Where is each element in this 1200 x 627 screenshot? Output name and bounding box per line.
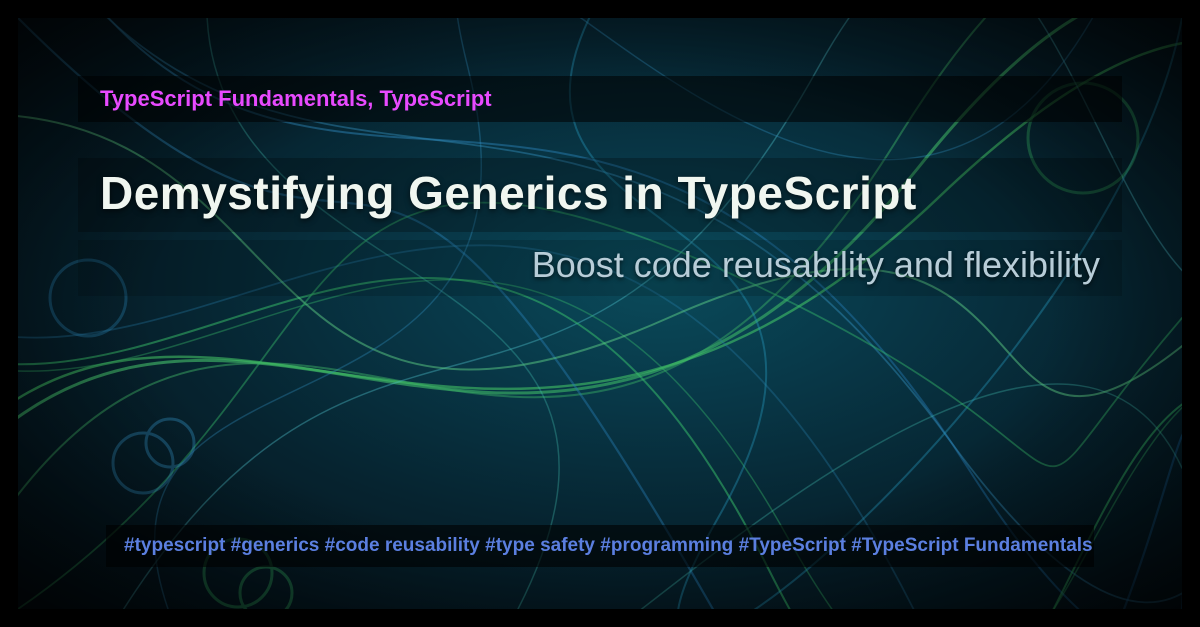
page-title: Demystifying Generics in TypeScript bbox=[78, 158, 1122, 232]
category-label: TypeScript Fundamentals, TypeScript bbox=[78, 76, 1122, 122]
tags-list: #typescript #generics #code reusability … bbox=[106, 525, 1094, 567]
hero-card: TypeScript Fundamentals, TypeScript Demy… bbox=[18, 18, 1182, 609]
page-subtitle: Boost code reusability and flexibility bbox=[78, 240, 1122, 296]
